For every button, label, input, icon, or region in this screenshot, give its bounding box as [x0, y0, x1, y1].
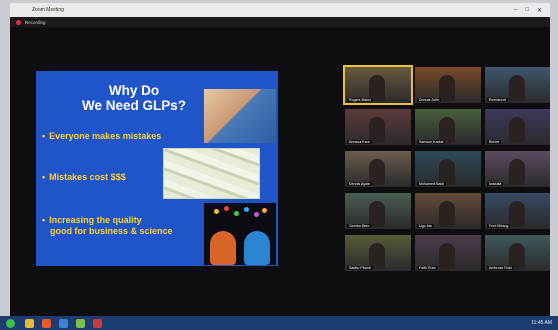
orange-head-icon: [210, 231, 236, 265]
zoom-app-icon[interactable]: [59, 318, 68, 328]
participant-tile[interactable]: Fred Mirang: [485, 193, 550, 229]
participant-avatar: [509, 159, 525, 185]
participant-tile[interactable]: Rogers Bakor: [343, 65, 413, 105]
participant-avatar: [439, 75, 455, 101]
participant-name: Emmanuel: [487, 98, 509, 102]
business-science-heads-image: [204, 203, 276, 265]
taskbar-apps: [25, 318, 102, 328]
close-button[interactable]: ✕: [537, 7, 542, 14]
window-title: Zoom Meeting: [32, 7, 64, 13]
slide-title-line-2: We Need GLPs?: [81, 98, 187, 113]
start-button-icon[interactable]: [6, 318, 15, 328]
participant-avatar: [369, 201, 385, 227]
participant-avatar: [509, 201, 525, 227]
stressed-man-image: [204, 89, 276, 143]
participant-name: Dorcas John: [417, 98, 442, 102]
participant-name: Samson Kaduk: [417, 140, 446, 144]
slide-bullet: • Increasing the quality good for busines…: [42, 215, 212, 237]
participant-tile[interactable]: Faith Ruto: [415, 235, 481, 271]
participant-tile[interactable]: Birkhe: [485, 109, 550, 145]
participant-tile[interactable]: Sadhu Phanit: [345, 235, 411, 271]
participant-tile[interactable]: Ugo Ida: [415, 193, 481, 229]
participant-avatar: [439, 201, 455, 227]
participant-name: Fred Mirang: [487, 224, 511, 228]
participant-tile[interactable]: Gomba Bero: [345, 193, 411, 229]
bullet-text: Everyone makes mistakes: [49, 131, 162, 141]
participant-tile[interactable]: Anusua Kaur: [345, 109, 411, 145]
bullet-icon: •: [42, 172, 46, 182]
participant-tile[interactable]: Iwatuka: [485, 151, 550, 187]
participant-tile[interactable]: Mohamed Salih: [415, 151, 481, 187]
meeting-window: Zoom Meeting – □ ✕ Recording Why Do We N…: [10, 3, 550, 325]
minimize-button[interactable]: –: [514, 7, 517, 14]
slide-bullet: • Mistakes cost $$$: [42, 172, 126, 183]
participant-tile[interactable]: Ambrose Rubi: [485, 235, 550, 271]
participant-tile[interactable]: Samson Kaduk: [415, 109, 481, 145]
chrome-icon[interactable]: [76, 318, 85, 328]
participant-avatar: [509, 75, 525, 101]
participant-name: Ugo Ida: [417, 224, 434, 228]
participant-avatar: [439, 243, 455, 269]
slide-title: Why Do We Need GLPs?: [74, 83, 194, 113]
record-icon: [16, 19, 21, 25]
participant-name: Sadhu Phanit: [347, 266, 373, 270]
participant-name: Ambrose Rubi: [487, 266, 514, 270]
participant-name: Rogers Bakor: [347, 98, 373, 102]
slide-bullet: • Everyone makes mistakes: [42, 131, 161, 142]
participant-tile[interactable]: Dennis Ayole: [345, 151, 411, 187]
folder-icon[interactable]: [25, 318, 34, 328]
window-controls: – □ ✕: [514, 7, 542, 14]
clock: 11:45 AM: [531, 320, 552, 326]
participant-tile[interactable]: Emmanuel: [485, 67, 550, 103]
window-titlebar: Zoom Meeting – □ ✕: [10, 3, 550, 18]
participant-name: Birkhe: [487, 140, 502, 144]
recording-bar: Recording: [10, 17, 550, 27]
participant-name: Mohamed Salih: [417, 182, 446, 186]
media-icon[interactable]: [93, 318, 102, 328]
participant-name: Gomba Bero: [347, 224, 372, 228]
participant-name: Dennis Ayole: [347, 182, 372, 186]
shared-slide: Why Do We Need GLPs? • Everyone makes mis…: [36, 71, 278, 266]
browser-icon[interactable]: [42, 318, 51, 328]
participant-gallery: Rogers Bakor Dorcas John Emmanuel Anusua Ka…: [335, 65, 550, 271]
participant-name: Anusua Kaur: [347, 140, 372, 144]
participant-avatar: [509, 117, 525, 143]
bullet-icon: •: [42, 215, 46, 225]
taskbar: 11:45 AM: [0, 316, 558, 330]
bullet-text: Increasing the quality: [49, 215, 142, 225]
participant-name: Faith Ruto: [417, 266, 438, 270]
bullet-text: Mistakes cost $$$: [49, 172, 126, 182]
slide-title-line-1: Why Do: [108, 83, 160, 98]
participant-tile[interactable]: Dorcas John: [415, 67, 481, 103]
maximize-button[interactable]: □: [525, 7, 529, 14]
recording-label: Recording: [25, 19, 46, 25]
bullet-icon: •: [42, 131, 46, 141]
blue-head-icon: [244, 231, 270, 265]
money-image: [163, 148, 260, 199]
participant-name: Iwatuka: [487, 182, 504, 186]
bullet-text-continued: good for business & science: [50, 226, 173, 236]
